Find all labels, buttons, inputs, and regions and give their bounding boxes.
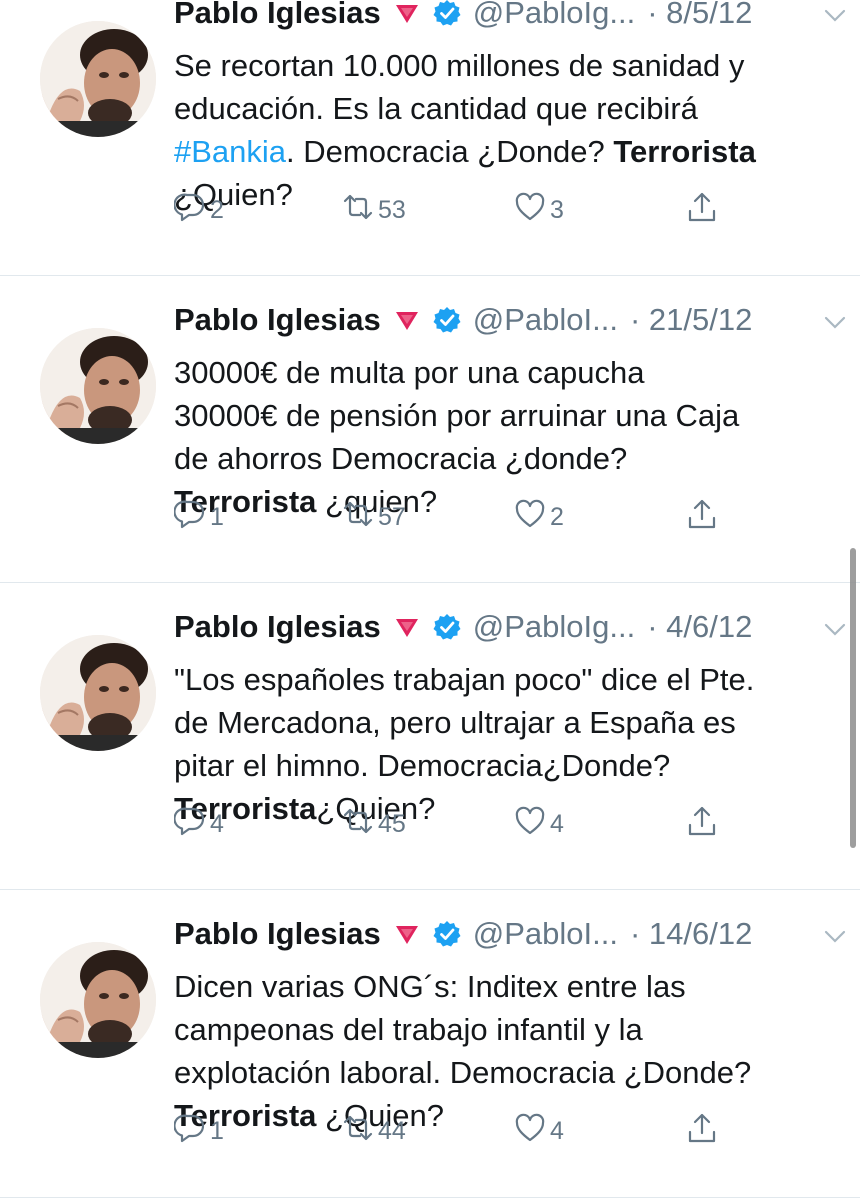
share-button[interactable] [686, 1111, 718, 1151]
reply-icon [173, 1112, 206, 1151]
reply-count: 1 [210, 502, 224, 531]
like-button[interactable]: 2 [514, 497, 564, 537]
tweet-date[interactable]: · 21/5/12 [630, 302, 752, 338]
reply-count: 4 [210, 809, 224, 838]
like-count: 4 [550, 1116, 564, 1145]
like-count: 3 [550, 195, 564, 224]
text-segment: "Los españoles trabajan poco" dice el Pt… [174, 662, 755, 783]
like-count: 4 [550, 809, 564, 838]
share-icon [686, 191, 718, 230]
chevron-down-icon[interactable] [824, 930, 846, 944]
tweet[interactable]: Pablo Iglesias @PabloIg... · 8/5/12 Se r… [0, 0, 860, 276]
verified-badge-icon [433, 0, 461, 27]
author-handle[interactable]: @PabloIg... [473, 0, 635, 31]
like-icon [514, 805, 546, 844]
scrollbar[interactable] [850, 548, 856, 848]
share-button[interactable] [686, 190, 718, 230]
red-triangle-flag-icon [393, 0, 421, 27]
reply-icon [173, 498, 206, 537]
author-name[interactable]: Pablo Iglesias [174, 0, 381, 31]
chevron-down-icon[interactable] [824, 316, 846, 330]
avatar[interactable] [40, 21, 156, 137]
reply-count: 1 [210, 1116, 224, 1145]
verified-badge-icon [433, 920, 461, 948]
like-button[interactable]: 4 [514, 804, 564, 844]
avatar[interactable] [40, 942, 156, 1058]
like-button[interactable]: 3 [514, 190, 564, 230]
hashtag-link[interactable]: #Bankia [174, 134, 286, 169]
red-triangle-flag-icon [393, 920, 421, 948]
reply-button[interactable]: 2 [173, 190, 224, 230]
red-triangle-flag-icon [393, 613, 421, 641]
red-triangle-flag-icon [393, 306, 421, 334]
retweet-button[interactable]: 57 [342, 497, 406, 537]
reply-icon [173, 191, 206, 230]
verified-badge-icon [433, 306, 461, 334]
author-name[interactable]: Pablo Iglesias [174, 916, 381, 952]
share-button[interactable] [686, 804, 718, 844]
retweet-count: 53 [378, 195, 406, 224]
reply-button[interactable]: 1 [173, 1111, 224, 1151]
text-segment: Dicen varias ONG´s: Inditex entre las ca… [174, 969, 752, 1090]
tweet-header: Pablo Iglesias @PabloIg... · 4/6/12 [174, 607, 752, 647]
tweet[interactable]: Pablo Iglesias @PabloIg... · 4/6/12 "Los… [0, 583, 860, 890]
tweet[interactable]: Pablo Iglesias @PabloI... · 14/6/12 Dice… [0, 890, 860, 1198]
tweet-header: Pablo Iglesias @PabloI... · 21/5/12 [174, 300, 752, 340]
retweet-count: 57 [378, 502, 406, 531]
tweet-date[interactable]: · 4/6/12 [647, 609, 752, 645]
bold-text: Terrorista [613, 134, 756, 169]
tweet-header: Pablo Iglesias @PabloI... · 14/6/12 [174, 914, 752, 954]
reply-count: 2 [210, 195, 224, 224]
retweet-button[interactable]: 44 [342, 1111, 406, 1151]
retweet-icon [342, 498, 374, 537]
text-segment: Se recortan 10.000 millones de sanidad y… [174, 48, 745, 126]
reply-icon [173, 805, 206, 844]
share-button[interactable] [686, 497, 718, 537]
author-name[interactable]: Pablo Iglesias [174, 609, 381, 645]
avatar[interactable] [40, 635, 156, 751]
verified-badge-icon [433, 613, 461, 641]
tweet-actions: 1 57 2 [173, 497, 734, 537]
retweet-button[interactable]: 45 [342, 804, 406, 844]
tweet-date[interactable]: · 8/5/12 [647, 0, 752, 31]
avatar[interactable] [40, 328, 156, 444]
author-handle[interactable]: @PabloI... [473, 916, 618, 952]
reply-button[interactable]: 4 [173, 804, 224, 844]
like-icon [514, 498, 546, 537]
chevron-down-icon[interactable] [824, 623, 846, 637]
retweet-icon [342, 1112, 374, 1151]
reply-button[interactable]: 1 [173, 497, 224, 537]
text-segment: . Democracia ¿Donde? [286, 134, 614, 169]
author-name[interactable]: Pablo Iglesias [174, 302, 381, 338]
author-handle[interactable]: @PabloIg... [473, 609, 635, 645]
share-icon [686, 498, 718, 537]
text-segment: 30000€ de multa por una capucha 30000€ d… [174, 355, 740, 476]
tweet[interactable]: Pablo Iglesias @PabloI... · 21/5/12 3000… [0, 276, 860, 583]
share-icon [686, 805, 718, 844]
like-button[interactable]: 4 [514, 1111, 564, 1151]
retweet-button[interactable]: 53 [342, 190, 406, 230]
share-icon [686, 1112, 718, 1151]
tweet-header: Pablo Iglesias @PabloIg... · 8/5/12 [174, 0, 752, 33]
retweet-icon [342, 191, 374, 230]
chevron-down-icon[interactable] [824, 9, 846, 23]
tweet-actions: 4 45 4 [173, 804, 734, 844]
retweet-count: 45 [378, 809, 406, 838]
like-count: 2 [550, 502, 564, 531]
retweet-icon [342, 805, 374, 844]
like-icon [514, 1112, 546, 1151]
tweet-actions: 1 44 4 [173, 1111, 734, 1151]
like-icon [514, 191, 546, 230]
tweet-date[interactable]: · 14/6/12 [630, 916, 752, 952]
retweet-count: 44 [378, 1116, 406, 1145]
tweet-actions: 2 53 3 [173, 190, 734, 230]
author-handle[interactable]: @PabloI... [473, 302, 618, 338]
